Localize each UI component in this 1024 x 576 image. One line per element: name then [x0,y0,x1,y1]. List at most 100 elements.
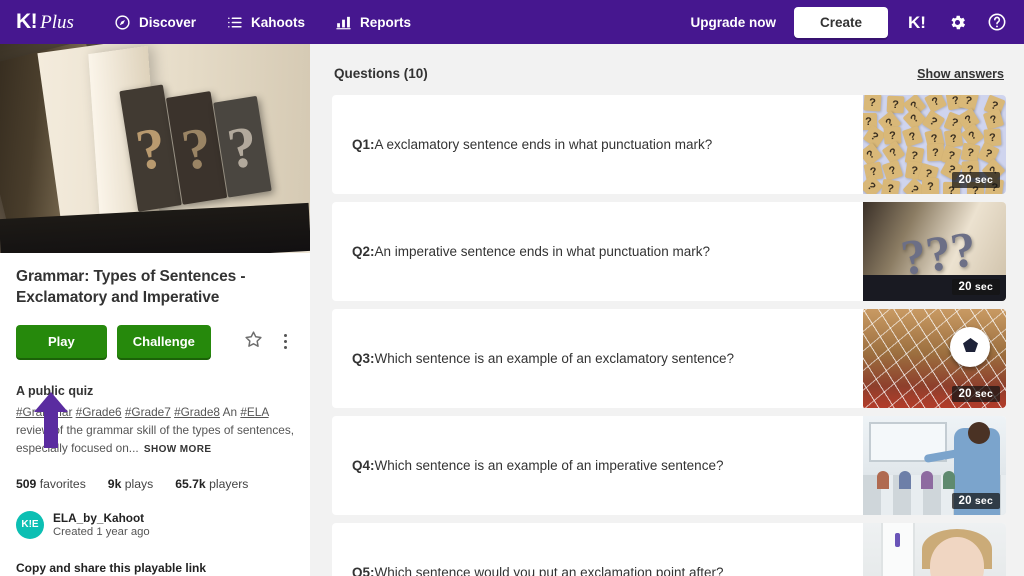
question-thumbnail: ??? 20 sec [863,202,1006,301]
question-text: Q4: Which sentence is an example of an i… [332,416,863,515]
nav-item-reports-label: Reports [360,14,412,30]
share-heading: Copy and share this playable link [16,560,207,575]
question-body: Which sentence would you put an exclamat… [374,565,724,576]
question-body: Which sentence is an example of an imper… [374,458,724,473]
nav-item-discover[interactable]: Discover [114,14,196,31]
author-name: ELA_by_Kahoot [53,511,145,526]
cover-question-blocks: ? ? ? [119,70,272,212]
thumb-letter-tile: ? [901,126,924,148]
stat-plays: 9k plays [108,477,153,491]
question-label: Q4: [352,458,375,473]
description-mid: An [219,405,241,420]
sidebar-content: Grammar: Types of Sentences - Exclamator… [0,253,310,576]
question-text: Q5: Which sentence would you put an excl… [332,523,863,576]
play-button[interactable]: Play [16,325,107,359]
upgrade-now-link[interactable]: Upgrade now [690,15,776,30]
thumb-student [899,471,911,489]
question-card[interactable]: Q5: Which sentence would you put an excl… [332,523,1006,576]
question-text: Q1: A exclamatory sentence ends in what … [332,95,863,194]
question-time-badge: 20 sec [951,172,1000,188]
stat-favorites: 509 favorites [16,477,86,491]
kahoot-cover-image: ? ? ? [0,44,310,253]
tag-grammar[interactable]: #Grammar [16,405,72,419]
question-time-unit: sec [974,388,993,400]
gear-icon[interactable] [946,11,968,33]
thumb-letter-tile: ? [863,95,882,112]
more-vertical-icon[interactable] [283,334,287,350]
tag-grade7[interactable]: #Grade7 [125,405,171,419]
author-created: Created 1 year ago [53,526,150,539]
thumb-letter-tile: ? [880,179,901,194]
questions-count-heading: Questions (10) [334,66,428,81]
kahoot-detail-sidebar: ? ? ? Grammar: Types of Sentences - Excl… [0,44,310,576]
author-row[interactable]: K!E ELA_by_Kahoot Created 1 year ago [16,510,294,539]
create-button[interactable]: Create [793,6,888,38]
question-time-value: 20 [958,388,972,400]
stat-favorites-label: favorites [39,476,86,491]
stat-players-label: players [209,476,249,491]
nav-item-kahoots-label: Kahoots [251,14,305,30]
bar-chart-icon [335,14,352,31]
stat-plays-value: 9k [107,476,122,491]
show-more-link[interactable]: SHOW MORE [144,444,212,455]
question-card[interactable]: Q2: An imperative sentence ends in what … [332,202,1006,301]
page-title: Grammar: Types of Sentences - Exclamator… [16,268,246,306]
thumb-student [921,471,933,489]
stat-plays-label: plays [124,476,154,491]
question-label: Q2: [352,244,375,259]
nav-item-reports[interactable]: Reports [335,14,411,31]
question-thumbnail: 20 sec [863,523,1006,576]
thumb-letter-tile: ? [923,95,947,114]
stat-favorites-value: 509 [16,476,37,491]
help-circle-icon[interactable] [986,11,1008,33]
question-time-unit: sec [974,174,993,186]
question-card[interactable]: Q1: A exclamatory sentence ends in what … [332,95,1006,194]
question-label: Q3: [352,351,375,366]
question-time-badge: 20 sec [951,493,1000,509]
visibility-label: A public quiz [16,384,94,399]
question-time-value: 20 [958,174,972,186]
kahoot-logo-mark: K! [16,10,38,33]
question-time-value: 20 [958,495,972,507]
question-thumbnail: 20 sec [863,416,1006,515]
question-body: Which sentence is an example of an excla… [374,351,734,366]
list-icon [226,14,243,31]
star-outline-icon[interactable] [243,329,264,355]
thumb-letter-tile: ? [921,178,939,194]
nav-actions: Upgrade now Create K! [690,6,1008,38]
page-body: ? ? ? Grammar: Types of Sentences - Excl… [0,44,1024,576]
question-body: A exclamatory sentence ends in what punc… [374,137,713,152]
compass-icon [114,14,131,31]
question-label: Q5: [352,565,375,576]
kahoot-stats: 509 favorites 9k plays 65.7k players [16,477,294,491]
nav-item-discover-label: Discover [138,14,196,30]
question-time-badge: 20 sec [951,386,1000,402]
thumb-soccer-ball [950,327,990,367]
kahoot-plus-logo[interactable]: K! Plus [16,10,74,34]
question-card[interactable]: Q4: Which sentence is an example of an i… [332,416,1006,515]
question-card[interactable]: Q3: Which sentence is an example of an e… [332,309,1006,408]
question-time-unit: sec [974,495,993,507]
show-answers-link[interactable]: Show answers [917,67,1004,81]
top-navigation-bar: K! Plus Discover Kahoots Reports Upgrade… [0,0,1024,44]
primary-nav-links: Discover Kahoots Reports [114,14,411,31]
stat-players: 65.7k players [175,477,248,491]
questions-header: Questions (10) Show answers [332,44,1006,95]
thumb-letter-tile: ? [881,159,903,181]
kahoot-switcher-icon[interactable]: K! [906,11,928,33]
question-label: Q1: [352,137,375,152]
action-button-row: Play Challenge [16,325,294,359]
question-time-unit: sec [974,281,993,293]
tag-ela[interactable]: #ELA [240,405,268,419]
question-text: Q2: An imperative sentence ends in what … [332,202,863,301]
avatar: K!E [16,510,44,539]
challenge-button[interactable]: Challenge [116,325,211,359]
question-time-value: 20 [958,281,972,293]
tag-grade8[interactable]: #Grade8 [174,405,220,419]
question-thumbnail: ????????????????????????????????????????… [863,95,1006,194]
tag-grade6[interactable]: #Grade6 [76,405,122,419]
nav-item-kahoots[interactable]: Kahoots [226,14,305,31]
question-time-badge: 20 sec [951,279,1000,295]
question-text: Q3: Which sentence is an example of an e… [332,309,863,408]
plus-wordmark: Plus [40,12,74,33]
